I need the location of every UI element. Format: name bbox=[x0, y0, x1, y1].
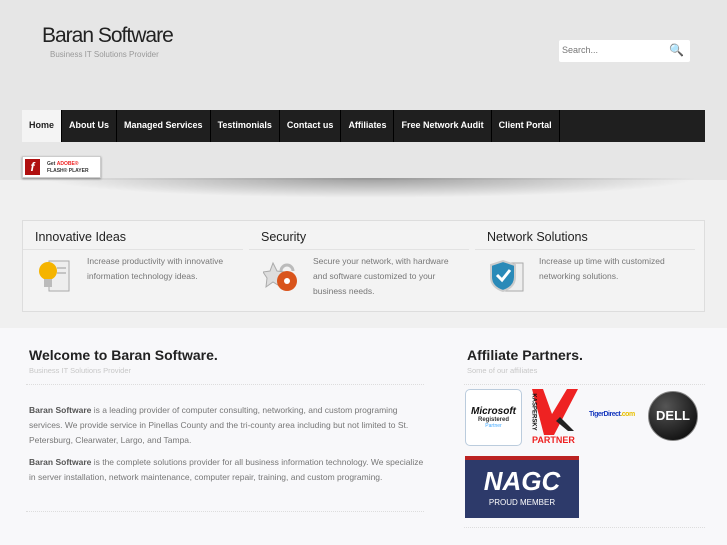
search-icon[interactable]: 🔍 bbox=[669, 43, 684, 57]
shield-server-icon bbox=[490, 259, 524, 293]
feature-text: Increase up time with customized network… bbox=[539, 256, 665, 281]
feature-network-solutions: Network Solutions Increase up time with … bbox=[475, 221, 695, 293]
welcome-paragraph: Baran Software is a leading provider of … bbox=[29, 403, 424, 448]
feature-title: Security bbox=[249, 221, 469, 250]
divider bbox=[464, 384, 705, 385]
main-nav: Home About Us Managed Services Testimoni… bbox=[22, 110, 705, 142]
nav-home[interactable]: Home bbox=[22, 110, 63, 142]
nav-contact-us[interactable]: Contact us bbox=[280, 110, 342, 142]
logo-text: PARTNER bbox=[532, 435, 575, 445]
affiliates-title: Affiliate Partners. bbox=[467, 347, 583, 363]
affiliates-subtitle: Some of our affiliates bbox=[467, 366, 538, 375]
site-title[interactable]: Baran Software bbox=[42, 24, 174, 48]
flash-icon: f bbox=[25, 159, 40, 175]
logo-text: TigerDirect bbox=[589, 411, 621, 418]
logo-text: NAGC bbox=[483, 466, 561, 496]
site-tagline: Business IT Solutions Provider bbox=[50, 50, 159, 59]
nav-testimonials[interactable]: Testimonials bbox=[211, 110, 280, 142]
tigerdirect-logo[interactable]: TigerDirect.com bbox=[589, 411, 635, 418]
feature-title: Network Solutions bbox=[475, 221, 695, 250]
dell-logo[interactable]: DELL bbox=[648, 391, 698, 441]
logo-text: .com bbox=[620, 411, 635, 418]
logo-text: Partner bbox=[485, 423, 502, 429]
lock-icon bbox=[263, 261, 297, 291]
flash-text: Get bbox=[47, 161, 57, 167]
feature-text: Increase productivity with innovative in… bbox=[87, 256, 224, 281]
kaspersky-k-icon bbox=[532, 389, 578, 435]
features-box: Innovative Ideas Increase productivity w… bbox=[22, 220, 705, 312]
welcome-title: Welcome to Baran Software. bbox=[29, 347, 218, 363]
microsoft-partner-logo[interactable]: Microsoft Registered Partner bbox=[465, 389, 522, 446]
nav-affiliates[interactable]: Affiliates bbox=[341, 110, 395, 142]
feature-text: Secure your network, with hardware and s… bbox=[313, 256, 449, 296]
flash-player-text: FLASH® PLAYER bbox=[47, 168, 89, 174]
flash-adobe-text: ADOBE® bbox=[56, 161, 79, 167]
nav-client-portal[interactable]: Client Portal bbox=[492, 110, 560, 142]
content-area: Welcome to Baran Software. Business IT S… bbox=[0, 328, 727, 545]
slider-shadow bbox=[40, 178, 700, 198]
logo-text: PROUD MEMBER bbox=[488, 498, 556, 507]
divider bbox=[26, 384, 424, 385]
nav-about-us[interactable]: About Us bbox=[62, 110, 118, 142]
lightbulb-icon bbox=[39, 260, 70, 292]
welcome-subtitle: Business IT Solutions Provider bbox=[29, 366, 131, 375]
divider bbox=[464, 527, 705, 528]
kaspersky-partner-logo[interactable]: KASPERSKY PARTNER bbox=[523, 389, 585, 447]
feature-innovative-ideas: Innovative Ideas Increase productivity w… bbox=[23, 221, 243, 292]
divider bbox=[26, 511, 424, 512]
welcome-paragraph: Baran Software is the complete solutions… bbox=[29, 455, 424, 485]
logo-text: Microsoft bbox=[471, 406, 516, 417]
nav-free-network-audit[interactable]: Free Network Audit bbox=[394, 110, 492, 142]
search-input[interactable]: Search... 🔍 bbox=[559, 40, 690, 62]
brand-bold: Baran Software bbox=[29, 457, 92, 467]
feature-security: Security Secure your network, with hardw… bbox=[249, 221, 469, 296]
feature-title: Innovative Ideas bbox=[23, 221, 243, 250]
logo-text: KASPERSKY bbox=[530, 393, 537, 431]
get-flash-player-button[interactable]: f Get ADOBE® FLASH® PLAYER bbox=[22, 156, 101, 178]
header: Baran Software Business IT Solutions Pro… bbox=[0, 0, 727, 180]
brand-bold: Baran Software bbox=[29, 405, 92, 415]
nagc-logo[interactable]: NAGC PROUD MEMBER bbox=[465, 456, 579, 518]
search-placeholder: Search... bbox=[562, 45, 599, 55]
nav-managed-services[interactable]: Managed Services bbox=[117, 110, 211, 142]
welcome-body: Baran Software is a leading provider of … bbox=[29, 403, 424, 492]
